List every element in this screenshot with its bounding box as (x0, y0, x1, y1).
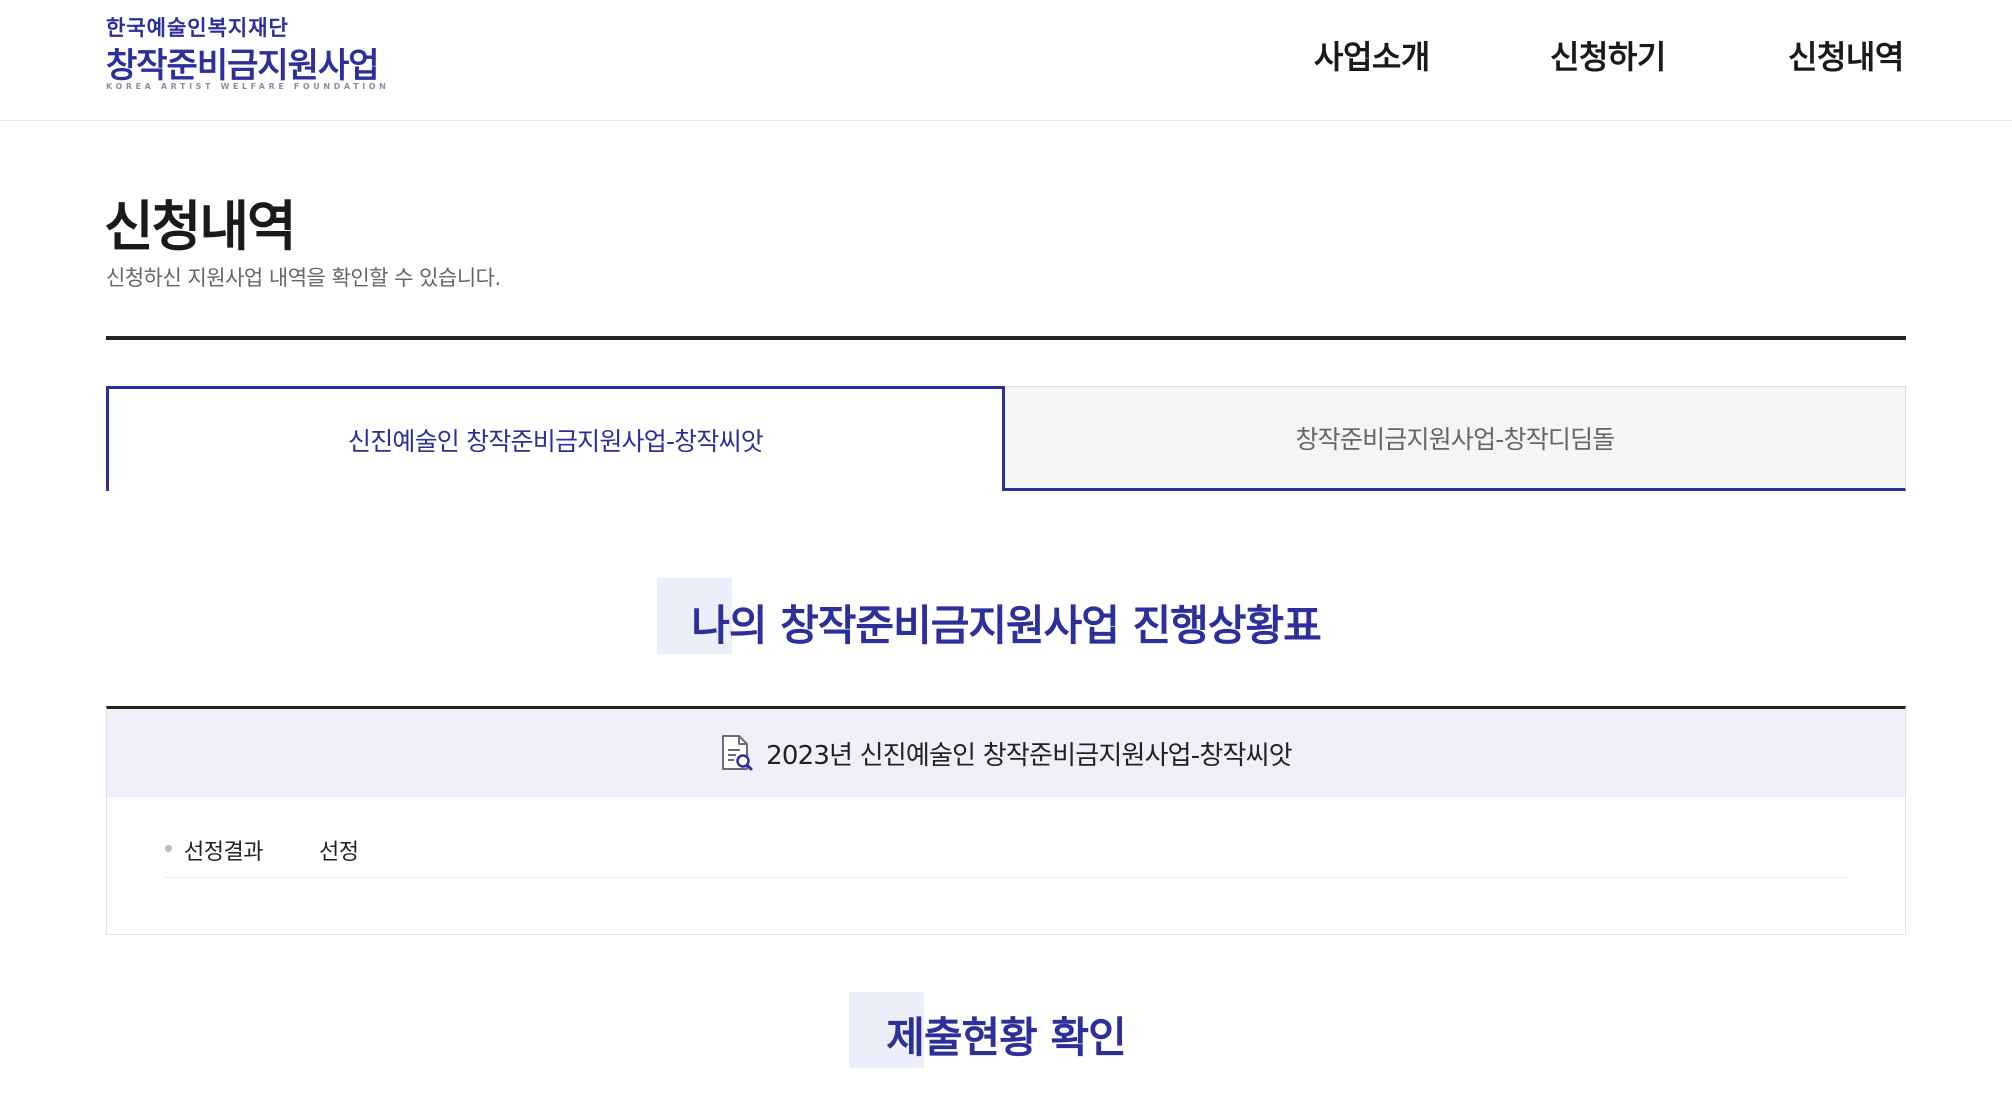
progress-heading-text: 나의 창작준비금지원사업 진행상황표 (691, 601, 1321, 650)
page-description: 신청하신 지원사업 내역을 확인할 수 있습니다. (106, 266, 501, 290)
tab-label: 신진예술인 창작준비금지원사업-창작씨앗 (348, 427, 764, 456)
nav-item-about[interactable]: 사업소개 (1314, 32, 1430, 78)
result-row: 선정결과 선정 (165, 834, 1849, 878)
document-search-icon (720, 734, 754, 772)
page-title: 신청내역 (104, 195, 297, 258)
nav-item-history[interactable]: 신청내역 (1788, 32, 1904, 78)
nav-item-apply[interactable]: 신청하기 (1550, 32, 1666, 78)
tab-label: 창작준비금지원사업-창작디딤돌 (1295, 424, 1615, 454)
progress-section-heading: 나의 창작준비금지원사업 진행상황표 (0, 578, 2012, 654)
result-value: 선정 (319, 840, 359, 865)
submission-heading-text: 제출현황 확인 (886, 1013, 1126, 1062)
bullet-icon (165, 845, 172, 852)
site-logo[interactable]: 한국예술인복지재단 창작준비금지원사업 KOREA ARTIST WELFARE… (106, 12, 386, 92)
title-divider (106, 336, 1906, 340)
result-label: 선정결과 (184, 840, 263, 865)
tab-creative-seed[interactable]: 신진예술인 창작준비금지원사업-창작씨앗 (106, 386, 1005, 491)
logo-english-name: KOREA ARTIST WELFARE FOUNDATION (106, 82, 390, 91)
progress-card: 2023년 신진예술인 창작준비금지원사업-창작씨앗 선정결과 선정 (106, 706, 1906, 935)
logo-program-name: 창작준비금지원사업 (106, 46, 380, 86)
progress-card-header: 2023년 신진예술인 창작준비금지원사업-창작씨앗 (107, 709, 1905, 797)
tab-creative-steppingstone[interactable]: 창작준비금지원사업-창작디딤돌 (1005, 386, 1906, 491)
progress-card-title: 2023년 신진예술인 창작준비금지원사업-창작씨앗 (766, 740, 1293, 771)
submission-section-heading: 제출현황 확인 (0, 992, 2012, 1068)
site-header: 한국예술인복지재단 창작준비금지원사업 KOREA ARTIST WELFARE… (0, 0, 2012, 121)
